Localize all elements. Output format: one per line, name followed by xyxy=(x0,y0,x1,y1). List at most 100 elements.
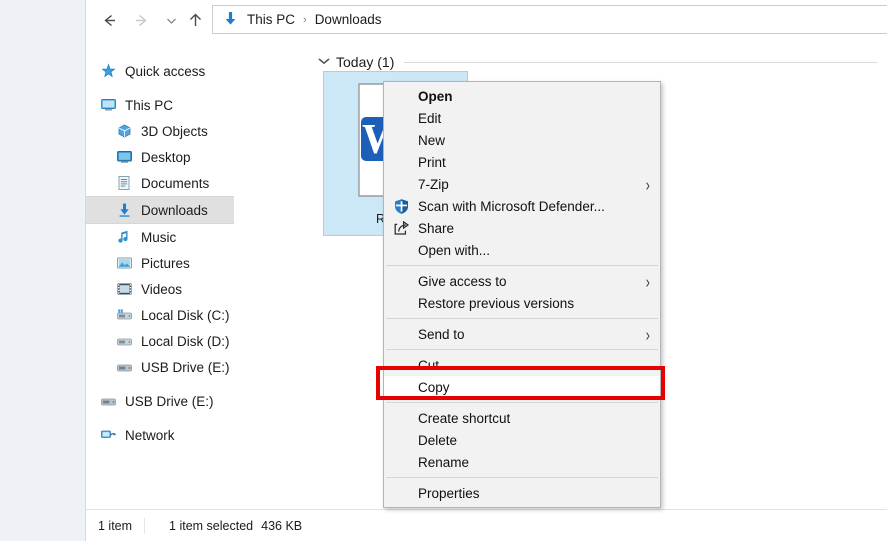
context-menu-icon-placeholder xyxy=(392,109,410,127)
breadcrumb-item-this-pc[interactable]: This PC xyxy=(243,10,299,29)
context-menu-item-scan-with-microsoft-defender[interactable]: Scan with Microsoft Defender... xyxy=(384,195,660,217)
context-menu-item-rename[interactable]: Rename xyxy=(384,451,660,473)
sidebar-item-videos[interactable]: Videos xyxy=(86,276,234,302)
status-bar: 1 item 1 item selected 436 KB xyxy=(86,509,887,541)
context-menu-item-delete[interactable]: Delete xyxy=(384,429,660,451)
context-menu-icon-placeholder xyxy=(392,453,410,471)
context-menu-item-send-to[interactable]: Send to › xyxy=(384,323,660,345)
up-arrow-icon[interactable] xyxy=(182,8,208,32)
context-menu-separator xyxy=(386,318,658,319)
context-menu-item-label: Edit xyxy=(418,110,442,126)
group-header-today[interactable]: Today (1) xyxy=(318,54,878,70)
context-menu-item-print[interactable]: Print xyxy=(384,151,660,173)
this-pc-monitor-icon xyxy=(100,97,117,113)
context-menu-icon-placeholder xyxy=(392,294,410,312)
sidebar-item-documents[interactable]: Documents xyxy=(86,170,234,196)
screen-root: This PC › Downloads Quick access This PC 3… xyxy=(0,0,887,541)
sidebar-item-label: Downloads xyxy=(141,202,208,218)
sidebar-item-music[interactable]: Music xyxy=(86,224,234,250)
context-menu-item-label: Scan with Microsoft Defender... xyxy=(418,198,605,214)
address-bar[interactable]: This PC › Downloads xyxy=(212,5,887,34)
sidebar-item-desktop[interactable]: Desktop xyxy=(86,144,234,170)
local-disk-d-icon xyxy=(116,333,133,349)
context-menu-icon-placeholder xyxy=(392,131,410,149)
submenu-chevron-right-icon: › xyxy=(645,270,650,292)
context-menu-item-create-shortcut[interactable]: Create shortcut xyxy=(384,407,660,429)
sidebar-item-local-disk-c[interactable]: Local Disk (C:) xyxy=(86,302,234,328)
context-menu-icon-placeholder xyxy=(392,484,410,502)
sidebar-item-label: 3D Objects xyxy=(141,123,208,139)
quick-access-star-icon xyxy=(100,63,117,79)
sidebar-item-local-disk-d[interactable]: Local Disk (D:) xyxy=(86,328,234,354)
context-menu-separator xyxy=(386,349,658,350)
context-menu-item-label: Give access to xyxy=(418,273,507,289)
share-arrow-icon xyxy=(392,219,410,237)
context-menu-item-label: 7-Zip xyxy=(418,176,449,192)
context-menu-item-label: Send to xyxy=(418,326,465,342)
sidebar-item-usb-drive-e[interactable]: USB Drive (E:) xyxy=(86,388,234,414)
sidebar-item-label: USB Drive (E:) xyxy=(141,359,230,375)
status-selection: 1 item selected xyxy=(169,518,254,533)
status-size: 436 KB xyxy=(261,518,303,533)
context-menu-icon-placeholder xyxy=(392,409,410,427)
context-menu-icon-placeholder xyxy=(392,87,410,105)
network-icon xyxy=(100,427,117,443)
context-menu-item-open-with[interactable]: Open with... xyxy=(384,239,660,261)
status-item-count: 1 item xyxy=(98,518,133,533)
sidebar-item-pictures[interactable]: Pictures xyxy=(86,250,234,276)
group-header-label: Today (1) xyxy=(336,54,395,70)
context-menu-item-edit[interactable]: Edit xyxy=(384,107,660,129)
context-menu-item-give-access-to[interactable]: Give access to › xyxy=(384,270,660,292)
status-divider xyxy=(144,517,146,534)
sidebar-item-label: This PC xyxy=(125,97,174,113)
context-menu-separator xyxy=(386,402,658,403)
recent-locations-chevron-icon[interactable] xyxy=(158,8,184,32)
documents-icon xyxy=(116,175,133,191)
context-menu-item-restore-previous-versions[interactable]: Restore previous versions xyxy=(384,292,660,314)
context-menu-item-properties[interactable]: Properties xyxy=(384,482,660,504)
videos-icon xyxy=(116,281,133,297)
sidebar-item-3d-objects[interactable]: 3D Objects xyxy=(86,118,234,144)
defender-shield-icon xyxy=(392,197,410,215)
context-menu-item-label: Create shortcut xyxy=(418,410,511,426)
sidebar-item-quick-access[interactable]: Quick access xyxy=(86,58,234,84)
sidebar-item-this-pc[interactable]: This PC xyxy=(86,92,234,118)
context-menu-icon-placeholder xyxy=(392,378,410,396)
context-menu-item-label: Restore previous versions xyxy=(418,295,575,311)
sidebar-item-usb-drive-e[interactable]: USB Drive (E:) xyxy=(86,354,234,380)
context-menu-icon-placeholder xyxy=(392,356,410,374)
sidebar-item-downloads[interactable]: Downloads xyxy=(86,196,234,224)
context-menu-item-open[interactable]: Open xyxy=(384,85,660,107)
context-menu-item-cut[interactable]: Cut xyxy=(384,354,660,376)
context-menu-item-7-zip[interactable]: 7-Zip › xyxy=(384,173,660,195)
desktop-icon xyxy=(116,149,133,165)
breadcrumb-separator: › xyxy=(303,13,307,26)
submenu-chevron-right-icon: › xyxy=(645,323,650,345)
sidebar-item-network[interactable]: Network xyxy=(86,422,234,448)
downloads-folder-icon xyxy=(217,10,243,30)
downloads-arrow-icon xyxy=(116,202,133,218)
context-menu-item-label: Share xyxy=(418,220,455,236)
forward-arrow-icon[interactable] xyxy=(128,8,154,32)
breadcrumb-item-downloads[interactable]: Downloads xyxy=(311,10,386,29)
sidebar-item-label: USB Drive (E:) xyxy=(125,393,214,409)
context-menu-item-label: Open xyxy=(418,88,453,104)
context-menu-icon-placeholder xyxy=(392,431,410,449)
context-menu-item-label: Print xyxy=(418,154,446,170)
context-menu-item-new[interactable]: New xyxy=(384,129,660,151)
context-menu-item-label: Copy xyxy=(418,379,450,395)
context-menu-icon-placeholder xyxy=(392,272,410,290)
music-note-icon xyxy=(116,229,133,245)
navigation-pane: Quick access This PC 3D Objects Desktop Docu… xyxy=(86,40,234,510)
context-menu-item-label: Properties xyxy=(418,485,480,501)
context-menu-icon-placeholder xyxy=(392,153,410,171)
chevron-down-icon[interactable] xyxy=(317,55,332,70)
back-arrow-icon[interactable] xyxy=(96,8,122,32)
context-menu-item-copy[interactable]: Copy xyxy=(384,376,660,398)
sidebar-item-label: Quick access xyxy=(125,63,206,79)
3d-objects-icon xyxy=(116,123,133,139)
sidebar-item-label: Network xyxy=(125,427,175,443)
context-menu-item-share[interactable]: Share xyxy=(384,217,660,239)
usb-drive-icon xyxy=(100,393,117,409)
